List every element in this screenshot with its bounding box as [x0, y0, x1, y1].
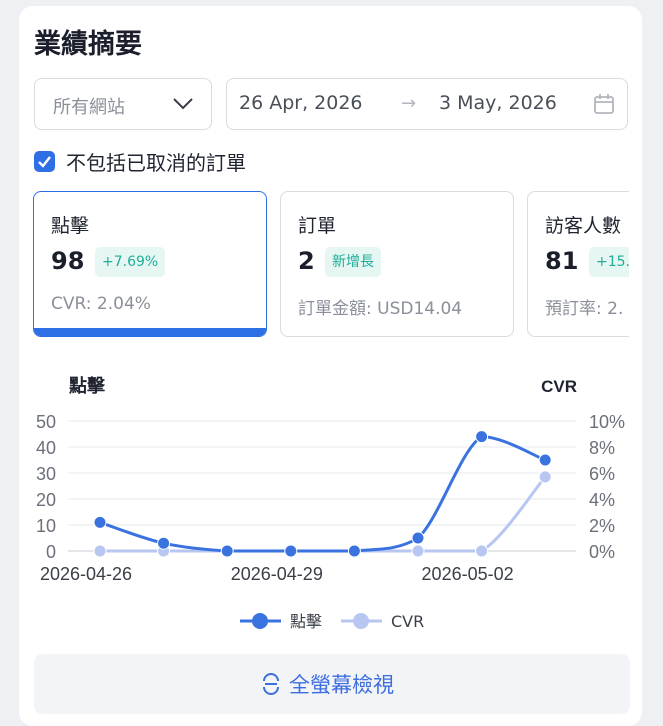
data-point-clicks — [538, 453, 552, 467]
tile-orders[interactable]: 訂單 2 新增長 訂單金額: USD14.04 — [280, 191, 514, 337]
data-point-clicks — [220, 544, 234, 558]
legend-label-cvr: CVR — [391, 612, 424, 631]
y-left-tick-label: 30 — [36, 464, 56, 484]
site-select[interactable]: 所有網站 — [34, 78, 212, 130]
y-right-axis-title: CVR — [541, 377, 577, 396]
calendar-icon[interactable] — [593, 93, 615, 115]
y-left-tick-label: 50 — [36, 412, 56, 432]
tile-label: 訂單 — [298, 215, 337, 237]
tile-value: 2 — [298, 247, 315, 275]
legend-marker-clicks — [252, 613, 268, 629]
series-line-clicks — [99, 435, 546, 553]
active-tile-indicator — [34, 328, 266, 336]
y-right-tick-label: 8% — [589, 438, 615, 458]
data-point-clicks — [475, 430, 489, 444]
page-title: 業績摘要 — [34, 29, 142, 60]
y-left-tick-label: 10 — [36, 516, 56, 536]
exclude-cancelled-checkbox[interactable] — [34, 151, 55, 172]
date-range-picker[interactable]: 26 Apr, 2026 → 3 May, 2026 — [226, 78, 628, 130]
tile-value: 98 — [51, 247, 85, 275]
tile-subtext: CVR: 2.04% — [51, 294, 151, 314]
tile-subtext: 預訂率: 2. — [545, 299, 624, 319]
data-point-clicks — [93, 515, 107, 529]
tile-change-badge: +7.69% — [95, 247, 166, 277]
y-left-tick-label: 20 — [36, 490, 56, 510]
legend-label-clicks: 點擊 — [290, 612, 322, 631]
y-right-tick-label: 2% — [589, 516, 615, 536]
tile-change-badge: +15. — [589, 247, 629, 277]
site-select-value: 所有網站 — [53, 97, 125, 118]
x-tick-label: 2026-05-02 — [422, 564, 514, 584]
tile-clicks[interactable]: 點擊 98 +7.69% CVR: 2.04% — [33, 191, 267, 337]
date-range-arrow: → — [401, 93, 417, 114]
fullscreen-button[interactable]: 全螢幕檢視 — [34, 654, 630, 714]
tile-label: 點擊 — [51, 215, 90, 237]
x-tick-label: 2026-04-29 — [231, 564, 323, 584]
y-left-tick-label: 40 — [36, 438, 56, 458]
y-right-tick-label: 10% — [589, 412, 625, 432]
chevron-down-icon — [173, 98, 193, 110]
legend-marker-cvr — [353, 613, 369, 629]
data-point-cvr — [538, 470, 552, 484]
y-right-tick-label: 0% — [589, 542, 615, 562]
data-point-clicks — [284, 544, 298, 558]
x-tick-label: 2026-04-26 — [40, 564, 132, 584]
tile-label: 訪客人數 — [545, 215, 622, 237]
y-right-tick-label: 4% — [589, 490, 615, 510]
tile-value: 81 — [545, 247, 579, 275]
data-point-cvr — [93, 544, 107, 558]
tile-subtext: 訂單金額: USD14.04 — [298, 299, 463, 319]
tile-visitors[interactable]: 訪客人數 81 +15. 預訂率: 2. — [527, 191, 629, 337]
checkmark-icon — [38, 156, 51, 168]
performance-summary-card: 業績摘要 所有網站 26 Apr, 2026 → 3 May, 2026 不包括… — [19, 6, 642, 726]
y-right-tick-label: 6% — [589, 464, 615, 484]
data-point-clicks — [411, 531, 425, 545]
exclude-cancelled-label[interactable]: 不包括已取消的訂單 — [66, 147, 246, 176]
data-point-cvr — [475, 544, 489, 558]
metric-tiles: 點擊 98 +7.69% CVR: 2.04% 訂單 2 新增長 訂單金額: U… — [33, 191, 629, 343]
date-end[interactable]: 3 May, 2026 — [439, 92, 557, 114]
fullscreen-icon — [263, 673, 279, 695]
data-point-cvr — [411, 544, 425, 558]
clicks-cvr-chart: 點擊 CVR 0 10 20 30 40 50 0% 2% 4% 6% 8% 10% 2026-04-26 2… — [36, 375, 625, 631]
fullscreen-button-label: 全螢幕檢視 — [289, 673, 394, 697]
tile-change-badge: 新增長 — [325, 247, 381, 277]
data-point-clicks — [347, 544, 361, 558]
y-left-tick-label: 0 — [46, 542, 56, 562]
data-point-clicks — [157, 536, 171, 550]
y-left-axis-title: 點擊 — [68, 375, 106, 397]
date-start[interactable]: 26 Apr, 2026 — [239, 92, 363, 114]
